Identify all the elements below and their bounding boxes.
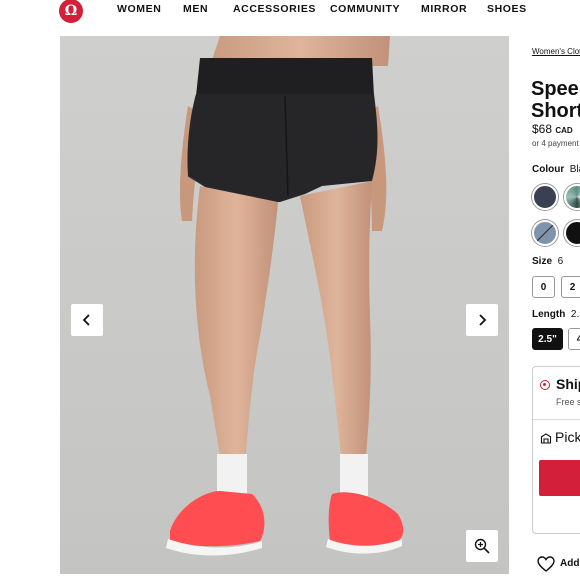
colour-swatch-2[interactable] bbox=[564, 184, 580, 210]
pickup-option-title[interactable]: Pick bbox=[555, 429, 580, 445]
unavailable-slash-icon bbox=[536, 224, 554, 242]
size-value: 6 bbox=[557, 256, 564, 267]
length-option-4[interactable]: 4 bbox=[568, 328, 580, 350]
breadcrumb[interactable]: Women's Clot bbox=[532, 47, 580, 56]
lululemon-logo-icon[interactable]: Ω bbox=[59, 0, 83, 23]
colour-label-text: Colour bbox=[532, 164, 565, 175]
fulfillment-options-card: Ship Free s Pick bbox=[532, 366, 580, 534]
product-photo bbox=[60, 36, 509, 574]
nav-shoes[interactable]: SHOES bbox=[487, 3, 527, 15]
store-icon bbox=[540, 433, 552, 444]
size-option-0[interactable]: 0 bbox=[532, 276, 555, 298]
size-option-2[interactable]: 2 bbox=[561, 276, 580, 298]
size-label: Size 6 bbox=[532, 256, 563, 267]
heart-icon[interactable] bbox=[537, 556, 555, 572]
chevron-right-icon bbox=[479, 314, 487, 326]
top-navigation: Ω WOMEN MEN ACCESSORIES COMMUNITY MIRROR… bbox=[0, 0, 580, 30]
colour-swatch-4[interactable] bbox=[564, 220, 580, 246]
length-value: 2.5 bbox=[570, 309, 580, 320]
product-detail-panel: Women's Clot Spee Short $68 CAD or 4 pay… bbox=[520, 36, 580, 580]
colour-value: Bla bbox=[569, 164, 580, 175]
chevron-left-icon bbox=[82, 314, 90, 326]
colour-swatch-3[interactable] bbox=[532, 220, 558, 246]
add-to-wishlist-label[interactable]: Add bbox=[560, 558, 579, 569]
product-price: $68 CAD bbox=[532, 122, 573, 136]
colour-label: Colour Bla bbox=[532, 164, 580, 175]
previous-image-button[interactable] bbox=[71, 304, 103, 336]
price-amount: $68 bbox=[532, 122, 553, 136]
colour-swatch-1[interactable] bbox=[532, 184, 558, 210]
product-title: Spee Short bbox=[531, 78, 580, 122]
zoom-in-icon bbox=[474, 538, 490, 554]
ship-radio[interactable] bbox=[540, 380, 550, 390]
length-label: Length 2.5 bbox=[532, 309, 580, 320]
product-image-gallery bbox=[60, 36, 509, 574]
nav-women[interactable]: WOMEN bbox=[117, 3, 161, 15]
nav-mirror[interactable]: MIRROR bbox=[421, 3, 467, 15]
product-title-line1: Spee bbox=[531, 78, 579, 100]
length-label-text: Length bbox=[532, 309, 566, 320]
length-option-selected[interactable]: 2.5" bbox=[532, 328, 563, 350]
ship-option-title[interactable]: Ship bbox=[556, 376, 580, 392]
price-currency: CAD bbox=[555, 126, 573, 135]
size-label-text: Size bbox=[532, 256, 553, 267]
ship-option-subtext: Free s bbox=[556, 397, 580, 407]
product-title-line2: Short bbox=[531, 100, 580, 122]
nav-community[interactable]: COMMUNITY bbox=[330, 3, 400, 15]
installment-text: or 4 payment bbox=[532, 139, 579, 148]
divider bbox=[533, 419, 580, 420]
nav-accessories[interactable]: ACCESSORIES bbox=[233, 3, 316, 15]
nav-men[interactable]: MEN bbox=[183, 3, 208, 15]
zoom-button[interactable] bbox=[466, 530, 498, 562]
next-image-button[interactable] bbox=[466, 304, 498, 336]
add-to-bag-button[interactable] bbox=[539, 460, 580, 496]
